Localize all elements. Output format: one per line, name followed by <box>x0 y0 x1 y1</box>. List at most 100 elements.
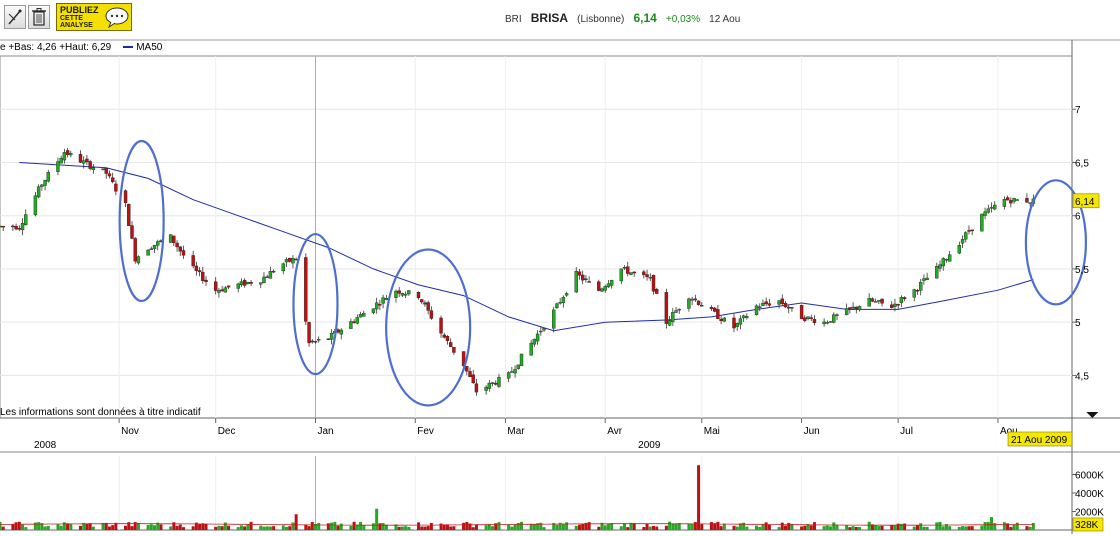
candle-body <box>110 177 115 183</box>
volume-bar <box>381 522 385 530</box>
candle-body <box>85 158 89 162</box>
volume-bar <box>961 526 965 530</box>
volume-bar <box>758 526 762 530</box>
volume-bar <box>890 524 894 530</box>
candle-body <box>59 157 63 164</box>
candle-body <box>262 276 266 283</box>
candle-body <box>561 296 566 303</box>
candle-body <box>844 308 849 315</box>
volume-bar <box>623 523 627 530</box>
candle-body <box>857 306 862 311</box>
candle-body <box>574 270 578 293</box>
candle-body <box>828 321 833 323</box>
volume-bar <box>803 525 807 530</box>
candle-body <box>249 282 253 284</box>
y-tick-label: 6 <box>1075 212 1081 223</box>
candle-body <box>767 303 772 306</box>
candle-body <box>947 254 952 262</box>
volume-bar <box>37 522 41 530</box>
candle-body <box>690 298 694 301</box>
volume-bar <box>220 526 224 530</box>
disclaimer-text: Les informations sont données à titre in… <box>0 407 201 418</box>
candle-body <box>474 383 479 393</box>
candle-body <box>825 322 830 324</box>
candle-body <box>127 203 131 226</box>
candle-body <box>899 297 904 304</box>
volume-bar <box>652 526 656 530</box>
candle-body <box>213 281 218 291</box>
vol-y-tick-label: 2000K <box>1075 508 1104 519</box>
candle-body <box>738 318 743 325</box>
volume-bar <box>272 526 276 530</box>
volume-bar <box>922 526 926 530</box>
volume-bar <box>693 522 697 530</box>
volume-bar <box>655 526 659 530</box>
candle-body <box>123 190 128 203</box>
volume-bar <box>153 525 157 530</box>
x-tick-label: Jun <box>804 426 820 437</box>
candle-body <box>696 300 701 306</box>
candle-body <box>764 301 768 305</box>
candle-body <box>606 283 611 288</box>
volume-bar <box>735 526 739 530</box>
volume-bar <box>56 524 60 530</box>
volume-bar <box>825 525 829 530</box>
volume-bar <box>339 523 343 530</box>
candle-body <box>91 167 96 170</box>
volume-bar <box>249 521 253 530</box>
candle-body <box>81 160 86 164</box>
candle-body <box>944 259 949 261</box>
candle-body <box>494 382 498 385</box>
volume-bar <box>397 526 401 530</box>
volume-bar <box>1009 527 1013 530</box>
volume-bar <box>265 526 269 530</box>
candle-body <box>941 258 945 267</box>
candle-body <box>667 320 672 326</box>
volume-bar <box>912 526 916 530</box>
volume-bar <box>291 522 295 530</box>
x-tick-label: Mai <box>704 426 720 437</box>
candle-body <box>448 342 453 348</box>
volume-bar <box>845 525 849 530</box>
candle-body <box>510 371 514 373</box>
candle-series <box>0 148 1036 396</box>
candle-body <box>307 322 311 344</box>
volume-bar <box>835 524 839 530</box>
chart-frames <box>0 39 1120 534</box>
volume-bar <box>764 522 768 530</box>
candle-body <box>313 341 318 343</box>
candle-body <box>40 184 44 187</box>
cursor-marker <box>1086 412 1099 418</box>
volume-bar <box>755 525 759 530</box>
candle-body <box>69 153 73 156</box>
candle-body <box>246 281 250 284</box>
candle-body <box>223 287 228 293</box>
candle-body <box>1 226 5 228</box>
candle-body <box>1012 197 1016 202</box>
candle-body <box>204 279 208 283</box>
volume-bar <box>474 524 478 530</box>
volume-bar <box>1012 524 1016 530</box>
volume-bar <box>964 526 968 530</box>
candle-body <box>790 307 794 309</box>
candle-body <box>1005 197 1010 201</box>
candle-body <box>506 372 511 379</box>
candle-body <box>317 339 321 341</box>
candle-body <box>722 317 727 322</box>
y-tick-label: 7 <box>1075 105 1081 116</box>
candle-body <box>832 314 836 323</box>
candle-body <box>149 248 154 250</box>
candle-body <box>584 278 588 280</box>
candle-body <box>896 304 900 306</box>
candle-body <box>397 290 401 294</box>
candle-body <box>378 304 382 306</box>
candle-body <box>194 265 199 271</box>
candle-body <box>490 382 495 384</box>
volume-bar <box>742 522 746 530</box>
candle-body <box>626 266 630 274</box>
candle-body <box>36 186 41 198</box>
candle-body <box>484 386 488 391</box>
volume-bar <box>62 522 66 530</box>
year-label: 2009 <box>638 440 661 451</box>
candle-body <box>423 302 427 305</box>
